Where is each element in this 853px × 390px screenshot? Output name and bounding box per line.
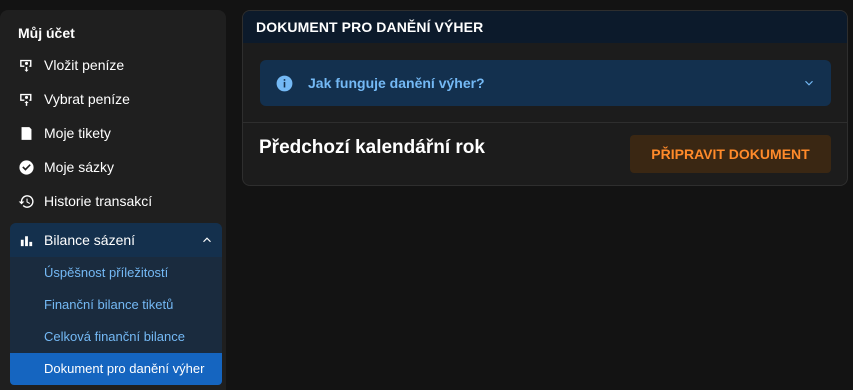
sidebar-group-betting-balance: Bilance sázení Úspěšnost příležitostí Fi…: [10, 223, 222, 385]
history-icon: [18, 193, 35, 210]
withdraw-icon: [18, 91, 35, 108]
deposit-icon: [18, 57, 35, 74]
bar-chart-icon: [18, 232, 35, 249]
prepare-document-button[interactable]: PŘIPRAVIT DOKUMENT: [630, 135, 831, 173]
tax-document-panel: DOKUMENT PRO DANĚNÍ VÝHER Jak funguje da…: [242, 10, 848, 186]
sidebar: Můj účet Vložit peníze Vybrat peníze Moj…: [0, 10, 226, 390]
sidebar-subitem-opportunity-success[interactable]: Úspěšnost příležitostí: [10, 257, 222, 289]
sidebar-subitem-ticket-balance[interactable]: Finanční bilance tiketů: [10, 289, 222, 321]
sidebar-group-header[interactable]: Bilance sázení: [10, 223, 222, 257]
sidebar-item-label: Moje tikety: [44, 125, 111, 141]
sidebar-item-bets[interactable]: Moje sázky: [0, 150, 226, 184]
sidebar-title: Můj účet: [18, 25, 75, 41]
sidebar-item-label: Historie transakcí: [44, 193, 153, 209]
sidebar-item-label: Vložit peníze: [44, 57, 125, 73]
sidebar-group-label: Bilance sázení: [44, 232, 136, 248]
previous-year-label: Předchozí kalendářní rok: [259, 137, 485, 158]
accordion-label: Jak funguje danění výher?: [308, 75, 485, 91]
chevron-up-icon: [200, 233, 214, 247]
check-circle-icon: [18, 159, 35, 176]
divider: [243, 122, 847, 123]
sidebar-item-label: Moje sázky: [44, 159, 115, 175]
sidebar-item-history[interactable]: Historie transakcí: [0, 184, 226, 218]
sidebar-item-withdraw[interactable]: Vybrat peníze: [0, 82, 226, 116]
sidebar-subitem-tax-document[interactable]: Dokument pro danění výher: [10, 353, 222, 385]
tax-info-accordion[interactable]: Jak funguje danění výher?: [260, 60, 831, 106]
info-icon: [275, 74, 294, 93]
tickets-icon: [18, 125, 35, 142]
sidebar-subitem-total-balance[interactable]: Celková finanční bilance: [10, 321, 222, 353]
chevron-down-icon: [802, 76, 816, 90]
panel-title: DOKUMENT PRO DANĚNÍ VÝHER: [243, 11, 847, 43]
sidebar-item-label: Vybrat peníze: [44, 91, 130, 107]
sidebar-item-tickets[interactable]: Moje tikety: [0, 116, 226, 150]
sidebar-item-deposit[interactable]: Vložit peníze: [0, 48, 226, 82]
